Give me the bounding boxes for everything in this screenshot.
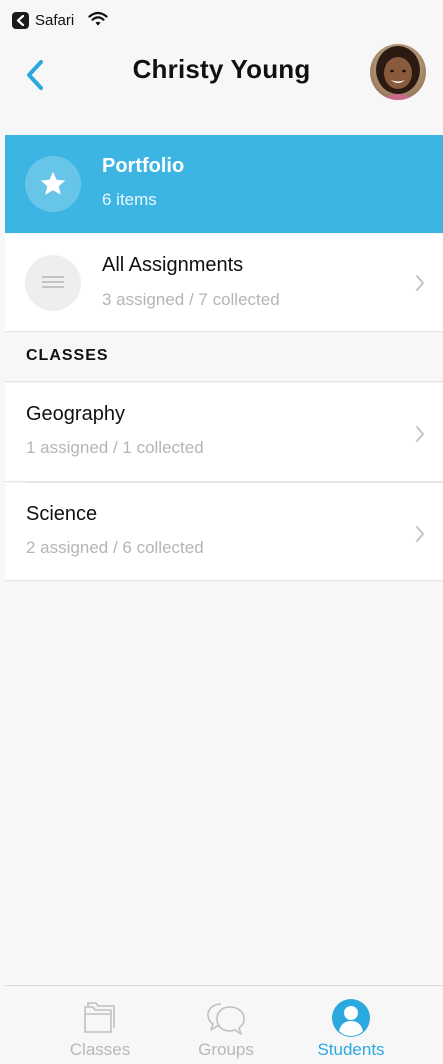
tab-bar: Classes Groups Students: [5, 985, 443, 1064]
all-assignments-title: All Assignments: [102, 254, 244, 276]
tab-label: Groups: [198, 1040, 254, 1059]
back-arrow-icon: [12, 12, 29, 29]
navigation-header: Christy Young: [0, 40, 443, 135]
back-app-label: Safari: [35, 12, 75, 29]
class-row-geography[interactable]: Geography 1 assigned / 1 collected: [5, 383, 443, 482]
person-icon: [291, 998, 411, 1038]
all-assignments-stats: 3 assigned / 7 collected: [102, 290, 280, 309]
chat-bubbles-icon: [166, 998, 286, 1038]
classes-section-header: CLASSES: [5, 333, 443, 382]
status-bar: Safari: [0, 0, 443, 40]
section-title: CLASSES: [26, 347, 109, 364]
all-assignments-row[interactable]: All Assignments 3 assigned / 7 collected: [5, 234, 443, 332]
back-to-app-button[interactable]: Safari: [12, 12, 74, 29]
class-row-science[interactable]: Science 2 assigned / 6 collected: [5, 483, 443, 581]
tab-label: Classes: [69, 1040, 131, 1059]
avatar[interactable]: [370, 44, 426, 100]
tab-label: Students: [317, 1040, 385, 1059]
chevron-right-icon: [413, 272, 427, 294]
portfolio-count: 6 items: [102, 190, 157, 209]
class-stats: 2 assigned / 6 collected: [26, 538, 204, 557]
chevron-right-icon: [413, 423, 427, 445]
portfolio-row[interactable]: Portfolio 6 items: [5, 135, 443, 233]
row-divider: [26, 482, 443, 483]
class-name: Geography: [26, 403, 125, 425]
tab-groups[interactable]: Groups: [166, 986, 286, 1064]
student-detail-screen: Safari Christy Young Portfolio 6 items A…: [0, 0, 443, 1064]
portfolio-title: Portfolio: [102, 155, 185, 177]
list-icon: [25, 255, 81, 311]
class-name: Science: [26, 503, 98, 525]
tab-classes[interactable]: Classes: [40, 986, 160, 1064]
tab-students[interactable]: Students: [291, 986, 411, 1064]
chevron-right-icon: [413, 523, 427, 545]
star-icon: [25, 156, 81, 212]
wifi-icon: [88, 11, 108, 31]
class-stats: 1 assigned / 1 collected: [26, 438, 204, 457]
folders-icon: [40, 998, 160, 1038]
